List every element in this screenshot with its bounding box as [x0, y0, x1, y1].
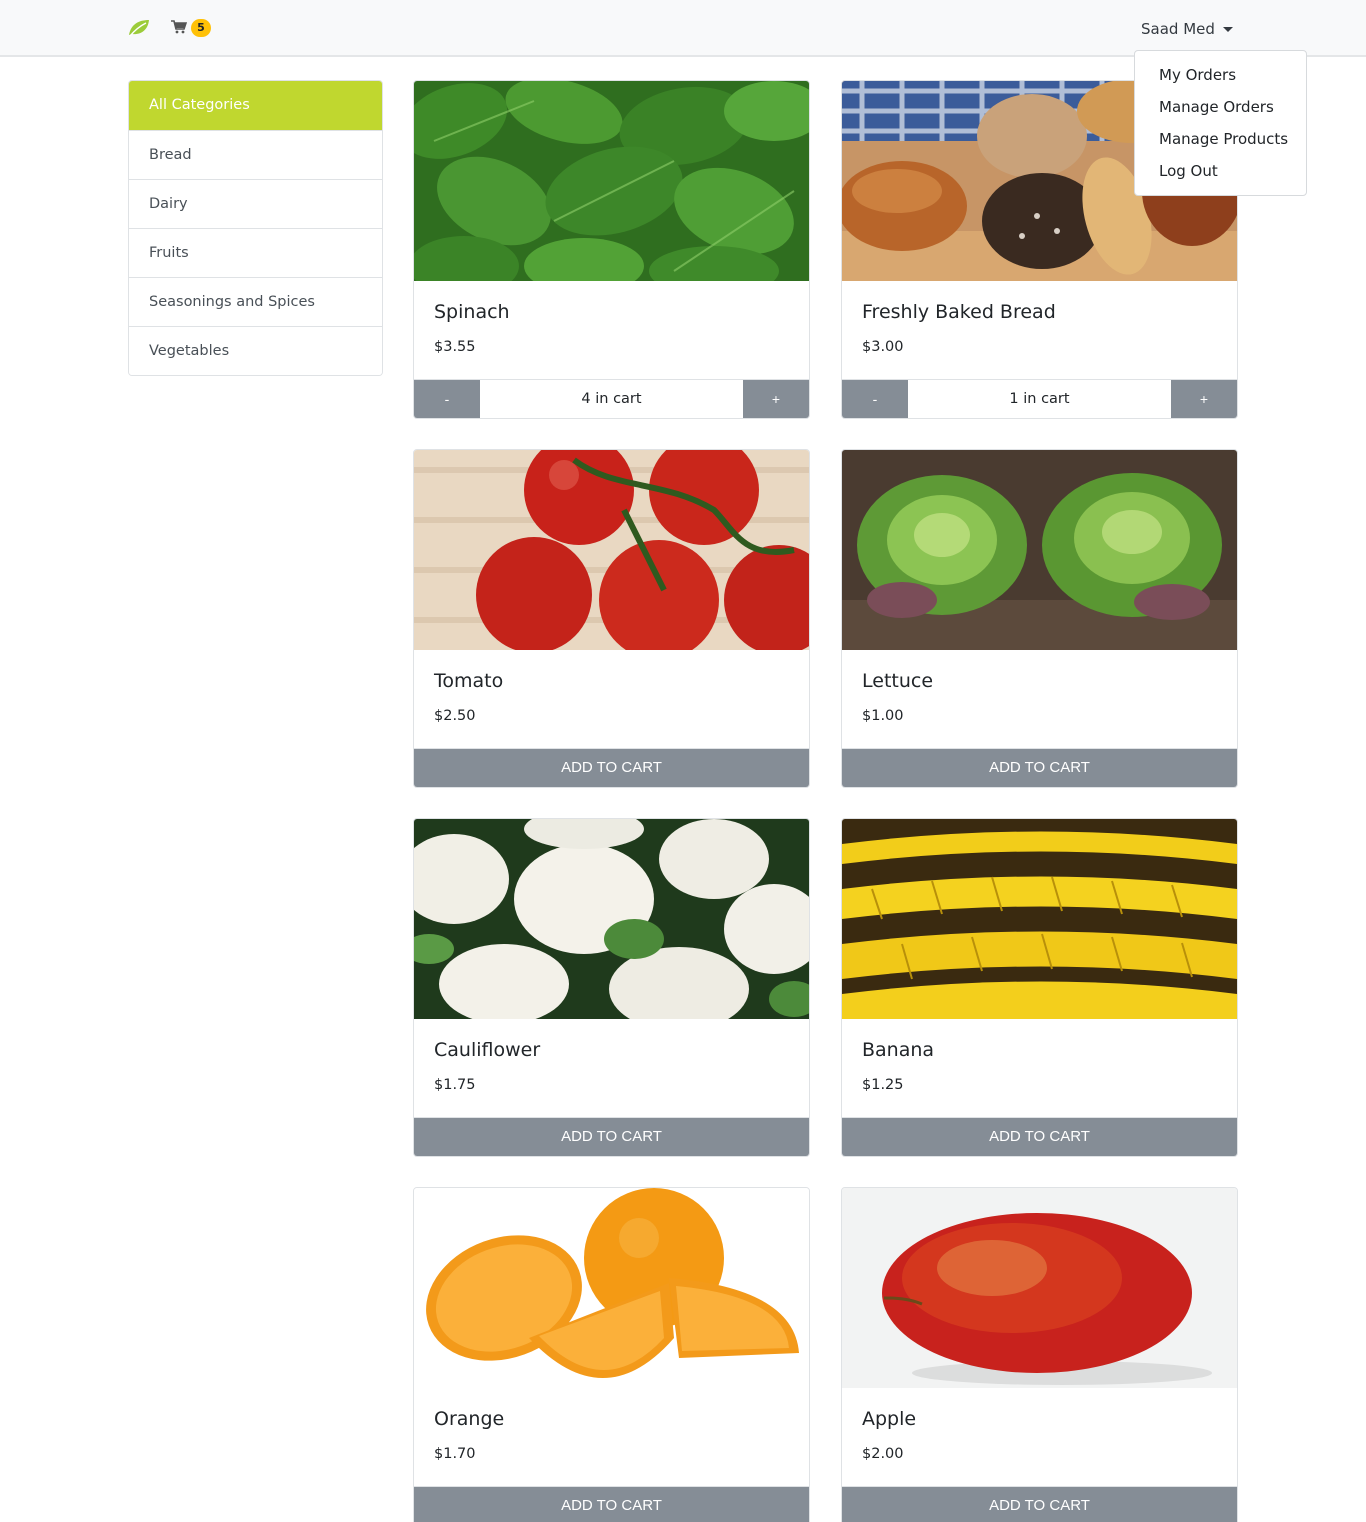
category-vegetables[interactable]: Vegetables [129, 326, 382, 375]
product-price: $3.55 [434, 339, 476, 355]
add-to-cart-button[interactable]: ADD TO CART [414, 749, 809, 787]
category-seasonings-and-spices[interactable]: Seasonings and Spices [129, 277, 382, 326]
product-card: Orange $1.70 ADD TO CART [413, 1187, 810, 1522]
product-card: Lettuce $1.00 ADD TO CART [841, 449, 1238, 788]
product-image-tomato [414, 450, 809, 650]
menu-item-log-out[interactable]: Log Out [1135, 155, 1306, 187]
product-image-orange [414, 1188, 809, 1388]
product-title: Cauliflower [434, 1039, 541, 1061]
product-image-lettuce [842, 450, 1237, 650]
product-card: Cauliflower $1.75 ADD TO CART [413, 818, 810, 1157]
product-title: Apple [862, 1408, 917, 1430]
add-to-cart-button[interactable]: ADD TO CART [414, 1118, 809, 1156]
user-name: Saad Med [1141, 20, 1215, 38]
increase-quantity-button[interactable]: + [1171, 380, 1237, 418]
product-image-spinach [414, 81, 809, 281]
category-fruits[interactable]: Fruits [129, 228, 382, 277]
card-footer: ADD TO CART [414, 748, 809, 787]
product-title: Freshly Baked Bread [862, 301, 1056, 323]
navbar: 5 Saad Med [0, 0, 1366, 57]
in-cart-count: 1 in cart [908, 380, 1171, 418]
product-price: $1.75 [434, 1077, 476, 1093]
cart-count-badge: 5 [191, 19, 211, 37]
product-price: $2.50 [434, 708, 476, 724]
product-title: Tomato [434, 670, 504, 692]
product-price: $3.00 [862, 339, 904, 355]
product-image-apple [842, 1188, 1237, 1388]
leaf-logo-icon[interactable] [127, 18, 151, 38]
card-footer: ADD TO CART [414, 1486, 809, 1522]
category-list: All Categories Bread Dairy Fruits Season… [128, 80, 383, 376]
card-footer: ADD TO CART [414, 1117, 809, 1156]
card-footer: ADD TO CART [842, 748, 1237, 787]
category-bread[interactable]: Bread [129, 130, 382, 179]
shopping-cart-icon [171, 19, 188, 38]
card-footer: ADD TO CART [842, 1486, 1237, 1522]
quantity-controls: - 1 in cart + [842, 379, 1237, 418]
caret-down-icon [1222, 26, 1233, 32]
product-image-cauliflower [414, 819, 809, 1019]
product-card: Apple $2.00 ADD TO CART [841, 1187, 1238, 1522]
increase-quantity-button[interactable]: + [743, 380, 809, 418]
add-to-cart-button[interactable]: ADD TO CART [842, 1118, 1237, 1156]
product-title: Lettuce [862, 670, 934, 692]
product-title: Spinach [434, 301, 510, 323]
menu-item-manage-products[interactable]: Manage Products [1135, 123, 1306, 155]
add-to-cart-button[interactable]: ADD TO CART [414, 1487, 809, 1522]
product-title: Orange [434, 1408, 505, 1430]
product-price: $1.70 [434, 1446, 476, 1462]
category-all[interactable]: All Categories [129, 81, 382, 130]
menu-item-manage-orders[interactable]: Manage Orders [1135, 91, 1306, 123]
cart-link[interactable]: 5 [171, 18, 211, 38]
product-price: $1.00 [862, 708, 904, 724]
add-to-cart-button[interactable]: ADD TO CART [842, 749, 1237, 787]
product-card: Spinach $3.55 - 4 in cart + [413, 80, 810, 419]
add-to-cart-button[interactable]: ADD TO CART [842, 1487, 1237, 1522]
card-footer: ADD TO CART [842, 1117, 1237, 1156]
decrease-quantity-button[interactable]: - [842, 380, 908, 418]
product-image-banana [842, 819, 1237, 1019]
product-price: $2.00 [862, 1446, 904, 1462]
category-dairy[interactable]: Dairy [129, 179, 382, 228]
product-card: Tomato $2.50 ADD TO CART [413, 449, 810, 788]
product-card: Banana $1.25 ADD TO CART [841, 818, 1238, 1157]
user-dropdown-menu: My Orders Manage Orders Manage Products … [1134, 50, 1307, 196]
product-price: $1.25 [862, 1077, 904, 1093]
user-menu-toggle[interactable]: Saad Med [1141, 18, 1233, 40]
quantity-controls: - 4 in cart + [414, 379, 809, 418]
decrease-quantity-button[interactable]: - [414, 380, 480, 418]
in-cart-count: 4 in cart [480, 380, 743, 418]
menu-item-my-orders[interactable]: My Orders [1135, 59, 1306, 91]
product-title: Banana [862, 1039, 935, 1061]
